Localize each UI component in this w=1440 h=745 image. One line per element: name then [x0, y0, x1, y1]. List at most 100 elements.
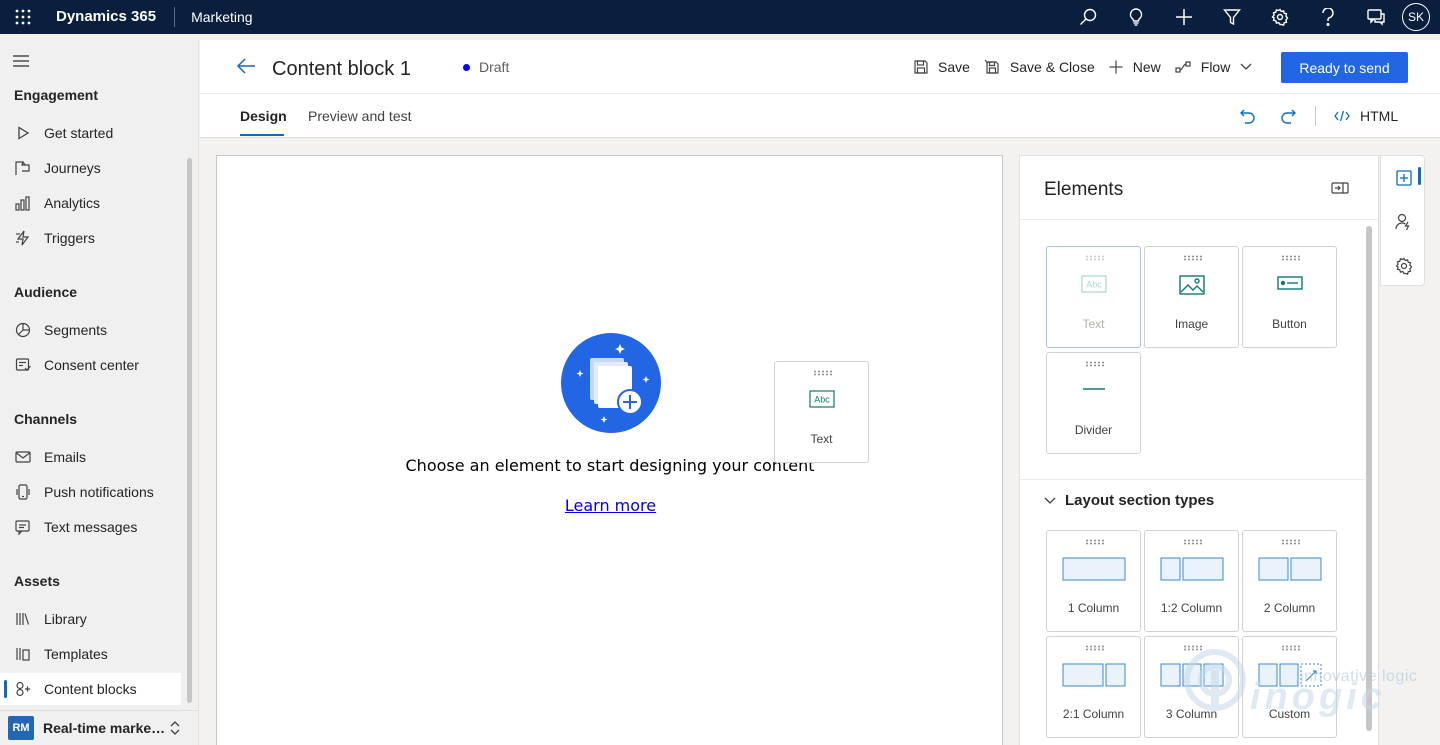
chevron-down-icon — [1240, 63, 1252, 71]
drag-handle-icon — [1281, 255, 1301, 261]
code-icon — [1334, 110, 1350, 122]
play-icon — [13, 126, 33, 140]
tab-design[interactable]: Design — [240, 108, 287, 124]
nav-item-library[interactable]: Library — [0, 603, 181, 635]
svg-text:Abc: Abc — [1086, 280, 1102, 290]
app-name[interactable]: Marketing — [191, 9, 252, 25]
top-navigation-bar: Dynamics 365 Marketing SK — [0, 0, 1440, 34]
area-switcher[interactable]: RM Real-time marketing — [0, 710, 199, 745]
two-column-icon — [1243, 557, 1336, 581]
nav-item-label: Content blocks — [44, 681, 137, 697]
nav-item-emails[interactable]: Emails — [0, 441, 181, 473]
left-navigation: Engagement Get started Journeys Analytic… — [0, 40, 199, 745]
element-label: Text — [1082, 317, 1105, 331]
sms-icon — [13, 519, 33, 535]
area-name: Real-time marketing — [43, 720, 169, 736]
drag-handle-icon — [1183, 539, 1203, 545]
chevron-down-icon — [1044, 497, 1056, 505]
redo-icon[interactable] — [1280, 108, 1296, 124]
tab-preview-and-test[interactable]: Preview and test — [308, 108, 412, 124]
back-arrow-icon[interactable] — [236, 57, 256, 75]
nav-item-journeys[interactable]: Journeys — [0, 152, 181, 184]
nav-item-content-blocks[interactable]: Content blocks — [0, 673, 181, 705]
panel-scrollbar[interactable] — [1366, 226, 1372, 731]
design-canvas[interactable]: Choose an element to start designing you… — [216, 155, 1003, 745]
flow-label: Flow — [1200, 59, 1231, 75]
active-tab-indicator — [240, 134, 284, 136]
nav-item-text-messages[interactable]: Text messages — [0, 511, 181, 543]
custom-layout-icon — [1243, 663, 1336, 687]
app-launcher-icon[interactable] — [0, 0, 46, 34]
filter-icon[interactable] — [1208, 0, 1256, 34]
collapse-panel-icon[interactable] — [1331, 182, 1349, 194]
ready-to-send-button[interactable]: Ready to send — [1281, 52, 1408, 83]
segments-icon — [13, 322, 33, 338]
element-tile-text[interactable]: Abc Text — [1046, 246, 1141, 348]
settings-icon[interactable] — [1381, 244, 1426, 288]
button-element-icon — [1243, 275, 1336, 291]
nav-group-channels: Channels — [14, 411, 78, 427]
layout-section-header[interactable]: Layout section types — [1044, 492, 1214, 509]
layout-tile-3-column[interactable]: 3 Column — [1144, 636, 1239, 738]
nav-item-push-notifications[interactable]: Push notifications — [0, 476, 181, 508]
help-icon[interactable] — [1304, 0, 1352, 34]
dragging-text-element[interactable]: Abc Text — [774, 361, 869, 463]
nav-item-get-started[interactable]: Get started — [0, 117, 181, 149]
nav-item-label: Text messages — [44, 519, 138, 535]
drag-handle-icon — [1085, 539, 1105, 545]
nav-item-label: Consent center — [44, 357, 139, 373]
nav-item-label: Triggers — [44, 230, 95, 246]
plus-icon[interactable] — [1160, 0, 1208, 34]
save-and-close-button[interactable]: Save & Close — [984, 59, 1095, 75]
element-tile-button[interactable]: Button — [1242, 246, 1337, 348]
save-button[interactable]: Save — [914, 59, 970, 75]
search-icon[interactable] — [1064, 0, 1112, 34]
layout-tile-1-2-column[interactable]: 1:2 Column — [1144, 530, 1239, 632]
brand-name[interactable]: Dynamics 365 — [56, 7, 176, 27]
undo-icon[interactable] — [1240, 108, 1256, 124]
nav-item-triggers[interactable]: Triggers — [0, 222, 181, 254]
sidebar-scrollbar[interactable] — [187, 158, 192, 703]
text-element-icon: Abc — [1047, 275, 1140, 293]
toolbar-divider — [1315, 106, 1316, 126]
drag-handle-icon — [1281, 539, 1301, 545]
element-tile-image[interactable]: Image — [1144, 246, 1239, 348]
nav-item-segments[interactable]: Segments — [0, 314, 181, 346]
library-icon — [13, 611, 33, 627]
new-button[interactable]: New — [1109, 59, 1161, 75]
drag-handle-icon — [1085, 645, 1105, 651]
consent-icon — [13, 357, 33, 373]
nav-item-analytics[interactable]: Analytics — [0, 187, 181, 219]
section-divider — [1020, 479, 1365, 480]
flow-button[interactable]: Flow — [1175, 59, 1253, 75]
lightbulb-icon[interactable] — [1112, 0, 1160, 34]
learn-more-link[interactable]: Learn more — [217, 496, 1004, 515]
layout-label: 1:2 Column — [1160, 601, 1223, 615]
personalization-icon[interactable] — [1381, 200, 1426, 244]
elements-panel: Elements Abc Text Image Button Divider L… — [1019, 155, 1379, 745]
status-dot — [463, 63, 470, 71]
nav-item-label: Library — [44, 611, 87, 627]
layout-tile-2-1-column[interactable]: 2:1 Column — [1046, 636, 1141, 738]
html-button[interactable]: HTML — [1334, 108, 1398, 124]
drag-handle-icon — [1281, 645, 1301, 651]
add-content-illustration — [560, 332, 662, 434]
text-element-icon: Abc — [775, 390, 868, 408]
chat-icon[interactable] — [1352, 0, 1400, 34]
layout-label: 2:1 Column — [1062, 707, 1125, 721]
drag-handle-icon — [1183, 255, 1203, 261]
layout-tile-1-column[interactable]: 1 Column — [1046, 530, 1141, 632]
hamburger-menu-icon[interactable] — [12, 54, 30, 68]
element-tile-divider[interactable]: Divider — [1046, 352, 1141, 454]
save-close-icon — [984, 59, 1000, 75]
phone-icon — [13, 484, 33, 500]
nav-item-label: Journeys — [44, 160, 101, 176]
layout-tile-2-column[interactable]: 2 Column — [1242, 530, 1337, 632]
layout-tile-custom[interactable]: Custom — [1242, 636, 1337, 738]
user-avatar[interactable]: SK — [1402, 3, 1430, 31]
nav-item-consent-center[interactable]: Consent center — [0, 349, 181, 381]
element-label: Text — [810, 432, 833, 446]
gear-icon[interactable] — [1256, 0, 1304, 34]
nav-group-assets: Assets — [14, 573, 60, 589]
nav-item-templates[interactable]: Templates — [0, 638, 181, 670]
